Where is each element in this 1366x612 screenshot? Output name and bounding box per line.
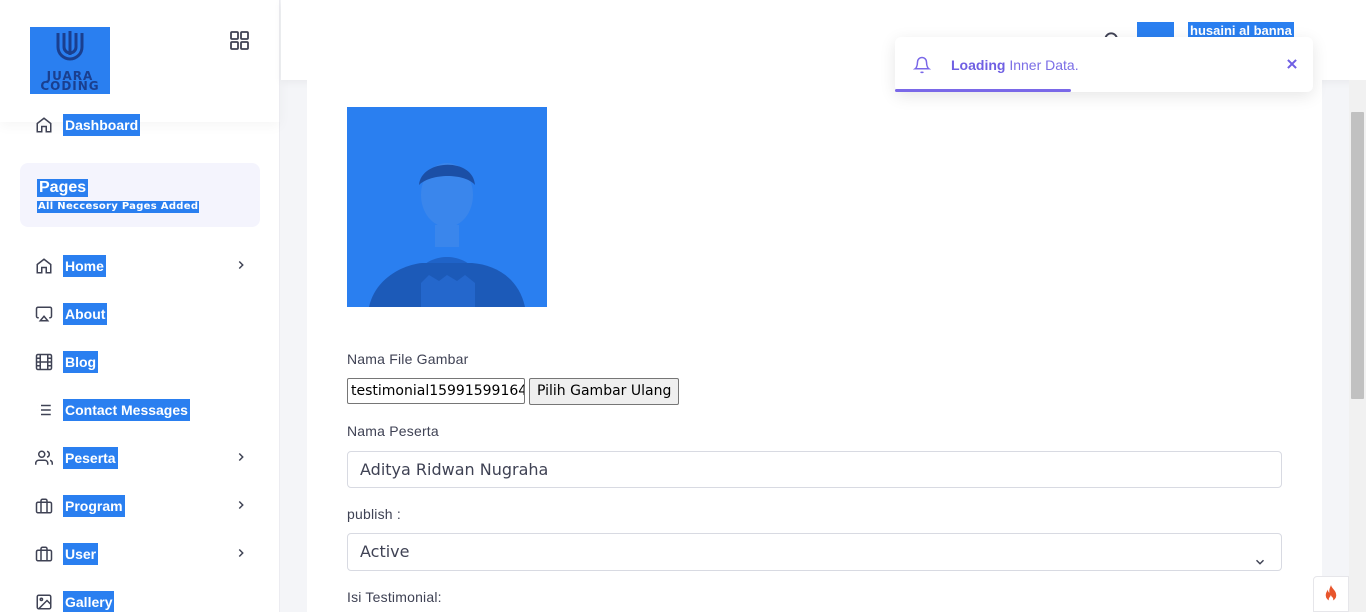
sidebar-item-peserta[interactable]: Peserta — [34, 446, 254, 470]
film-icon — [34, 352, 54, 372]
briefcase-icon — [34, 544, 54, 564]
fire-icon[interactable] — [1313, 576, 1349, 612]
sidebar-item-user[interactable]: User — [34, 542, 254, 566]
content-card: Nama File Gambar testimonial159915991641… — [307, 80, 1322, 612]
testimonial-content-label: Isi Testimonial: — [347, 589, 442, 605]
sidebar-item-program[interactable]: Program — [34, 494, 254, 518]
sidebar: JUARA CODING Dashboard Pages All Necceso… — [0, 0, 280, 612]
person-photo-icon — [347, 107, 547, 307]
section-subtitle: All Neccesory Pages Added — [37, 201, 200, 213]
sidebar-item-label: Gallery — [63, 591, 115, 612]
bell-icon — [912, 56, 932, 79]
section-title: Pages — [37, 179, 89, 197]
file-name-field[interactable]: testimonial1599159916419 — [347, 378, 525, 404]
sidebar-item-dashboard[interactable]: Dashboard — [34, 113, 254, 137]
file-name-label: Nama File Gambar — [347, 351, 469, 367]
publish-label: publish : — [347, 506, 401, 522]
participant-name-input[interactable]: Aditya Ridwan Nugraha — [347, 451, 1282, 488]
brand-area: JUARA CODING — [0, 0, 280, 122]
chevron-right-icon — [234, 498, 248, 517]
page-scrollbar[interactable] — [1349, 80, 1366, 612]
publish-select-value: Active — [360, 542, 410, 561]
loading-toast: Loading Inner Data. — [895, 37, 1313, 92]
pages-section: Pages All Neccesory Pages Added — [20, 163, 260, 227]
sidebar-item-gallery[interactable]: Gallery — [34, 590, 254, 612]
chevron-right-icon — [234, 450, 248, 469]
close-icon[interactable] — [1285, 57, 1299, 76]
toast-text: Inner Data. — [1005, 57, 1079, 73]
sidebar-item-label: About — [63, 303, 108, 325]
toast-progress-bar — [895, 89, 1071, 92]
grid-menu-icon[interactable] — [229, 30, 251, 52]
participant-name-label: Nama Peserta — [347, 423, 439, 439]
sidebar-item-home[interactable]: Home — [34, 254, 254, 278]
home-icon — [34, 115, 54, 135]
testimonial-photo — [347, 107, 547, 307]
chevron-down-icon — [1253, 546, 1267, 582]
publish-select[interactable]: Active — [347, 533, 1282, 571]
sidebar-item-label: Program — [63, 495, 125, 517]
list-icon — [34, 400, 54, 420]
sidebar-item-label: User — [63, 543, 99, 565]
sidebar-item-label: Peserta — [63, 447, 118, 469]
scrollbar-thumb[interactable] — [1351, 112, 1364, 399]
image-icon — [34, 592, 54, 612]
logo-mark-icon — [56, 31, 84, 61]
sidebar-item-blog[interactable]: Blog — [34, 350, 254, 374]
choose-image-button[interactable]: Pilih Gambar Ulang — [529, 378, 680, 405]
users-icon — [34, 448, 54, 468]
sidebar-item-label: Home — [63, 255, 106, 277]
sidebar-item-contact-messages[interactable]: Contact Messages — [34, 398, 254, 422]
home-icon — [34, 256, 54, 276]
sidebar-item-label: Contact Messages — [63, 399, 190, 421]
briefcase-icon — [34, 496, 54, 516]
sidebar-item-label: Blog — [63, 351, 99, 373]
chevron-right-icon — [234, 546, 248, 565]
toast-strong: Loading — [951, 57, 1006, 73]
logo-text: JUARA CODING — [40, 69, 100, 93]
airplay-icon — [34, 304, 54, 324]
juara-coding-logo[interactable]: JUARA CODING — [30, 27, 110, 94]
chevron-right-icon — [234, 258, 248, 277]
sidebar-item-about[interactable]: About — [34, 302, 254, 326]
sidebar-item-label: Dashboard — [63, 114, 141, 136]
toast-message: Loading Inner Data. — [951, 57, 1079, 73]
